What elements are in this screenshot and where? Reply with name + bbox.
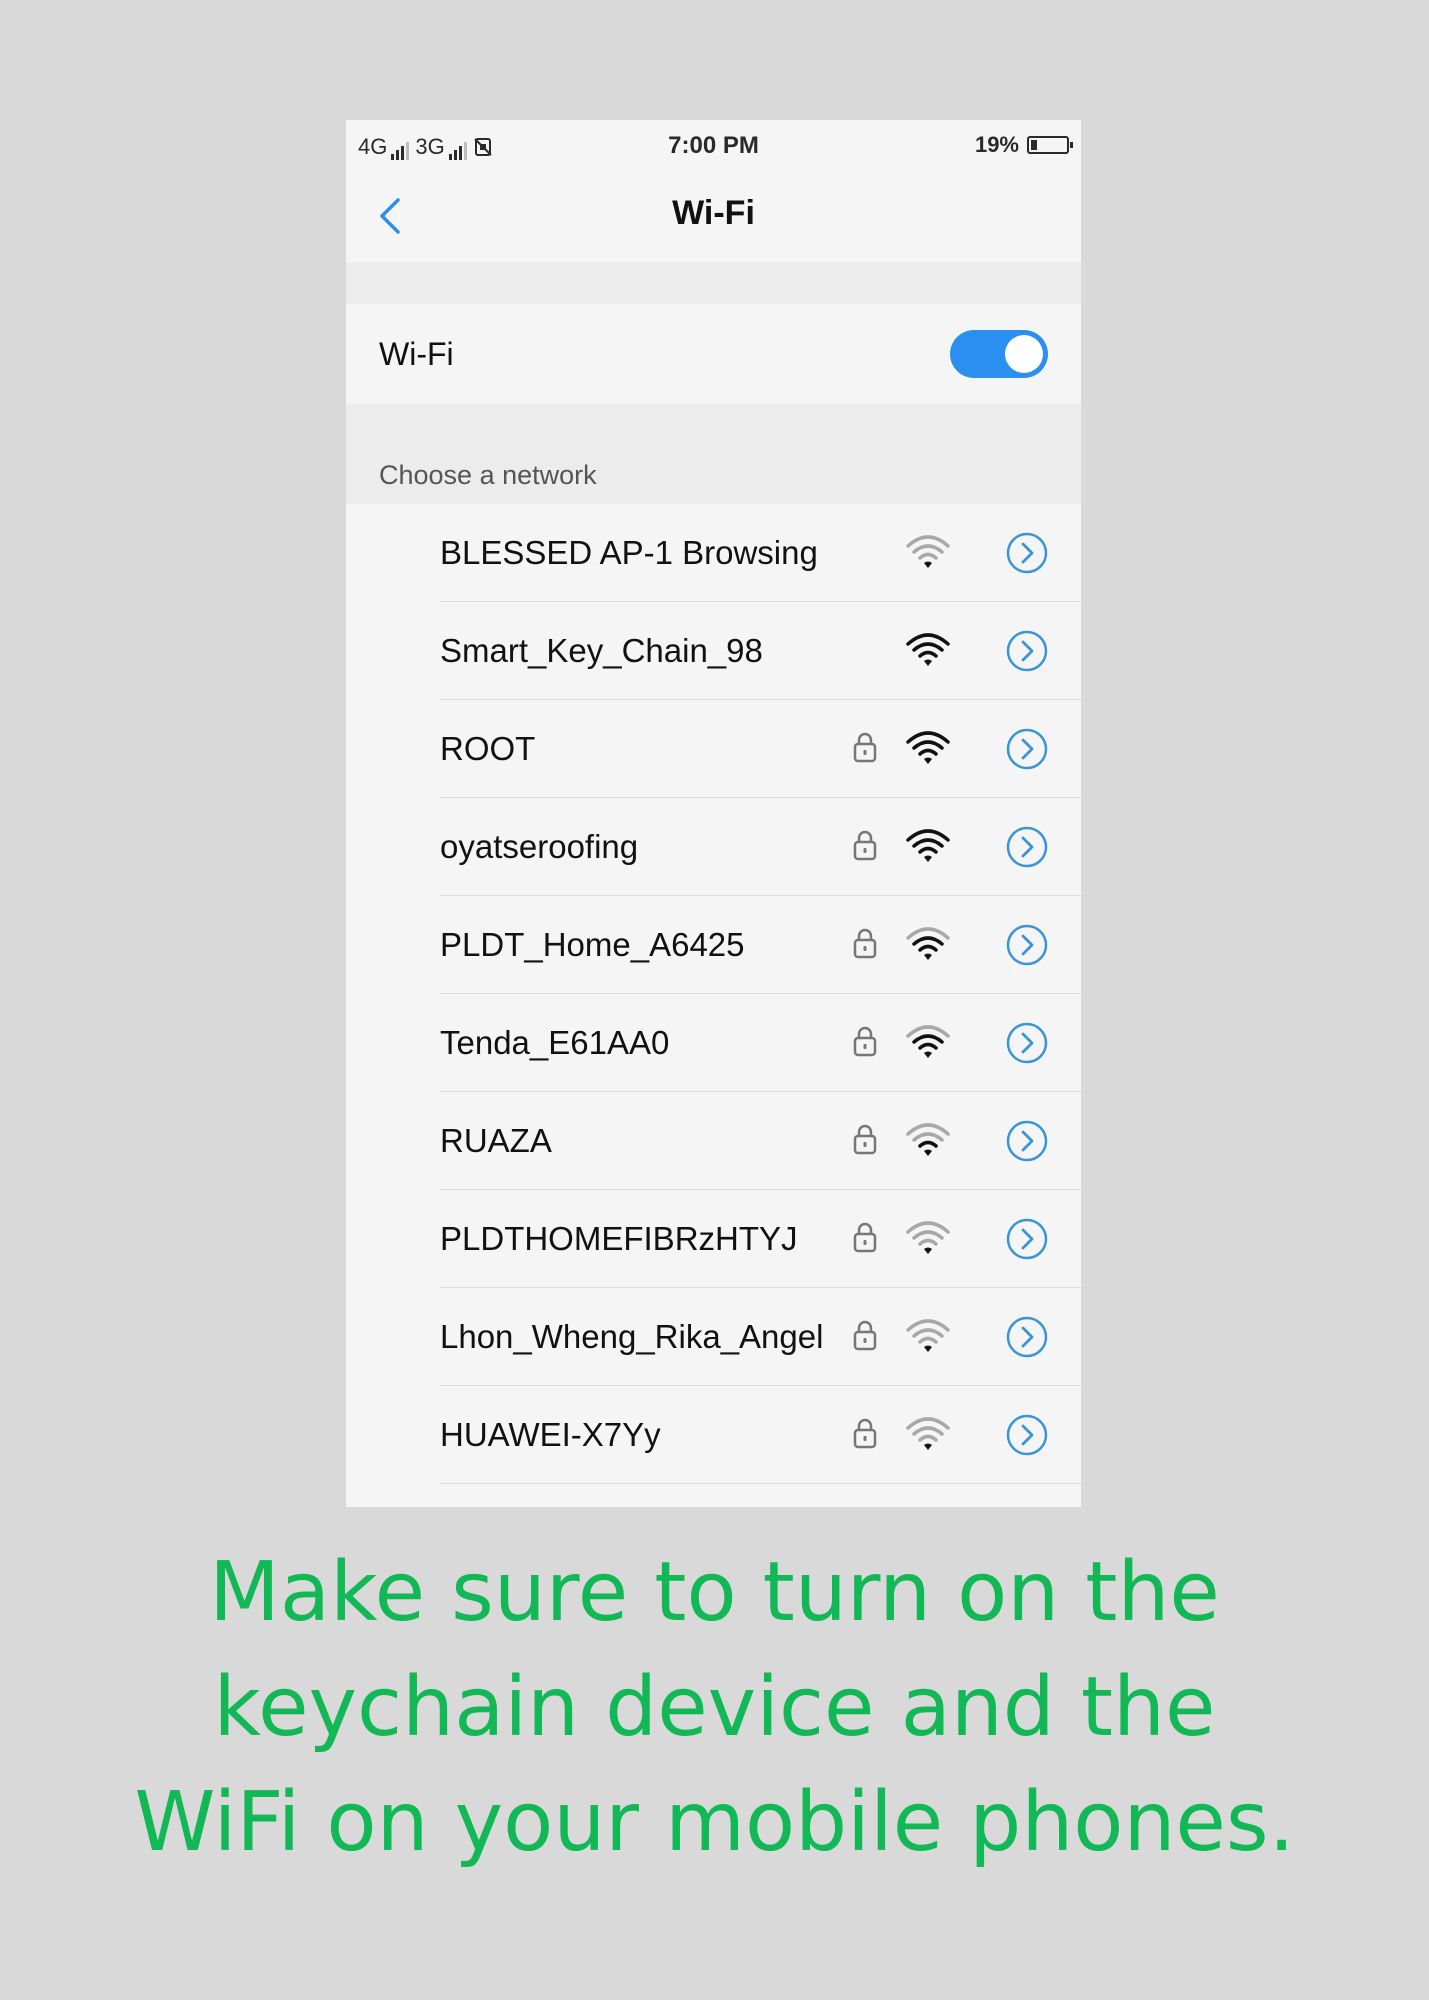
network-name: PLDT_Home_A6425 [440, 926, 745, 963]
wifi-signal-icon [906, 633, 950, 666]
network-name: Smart_Key_Chain_98 [440, 632, 763, 669]
lock-icon [853, 1320, 877, 1351]
switch-knob [1005, 335, 1043, 373]
lock-icon [853, 1026, 877, 1057]
wifi-signal-icon [906, 731, 950, 764]
wifi-signal-icon [906, 1221, 950, 1254]
page-title: Wi-Fi [672, 194, 755, 232]
network-row[interactable]: RUAZA [346, 1092, 1081, 1190]
battery-status: 19% [974, 132, 1073, 158]
clock: 7:00 PM [668, 132, 759, 159]
lock-icon [853, 1222, 877, 1253]
network-details-icon[interactable] [1006, 924, 1048, 966]
battery-icon [1027, 136, 1073, 154]
network-name: Lhon_Wheng_Rika_Angel [440, 1318, 824, 1355]
network-row[interactable]: Tenda_E61AA0 [346, 994, 1081, 1092]
status-bar: 4G 3G 7:00 PM 19% [346, 120, 1081, 170]
network-name: ROOT [440, 730, 536, 767]
wifi-signal-icon [906, 1123, 950, 1156]
network-row[interactable]: Smart_Key_Chain_98 [346, 602, 1081, 700]
caption-text: Make sure to turn on the keychain device… [0, 1535, 1429, 1880]
network-list: BLESSED AP-1 Browsing Smart_Key_Chain_98 R… [346, 504, 1081, 1484]
wifi-toggle-label: Wi-Fi [379, 336, 454, 372]
lock-icon [853, 1418, 877, 1449]
divider-band [346, 262, 1081, 304]
wifi-signal-icon [906, 1025, 950, 1058]
row-divider [440, 1483, 1081, 1484]
network-details-icon[interactable] [1006, 1414, 1048, 1456]
wifi-signal-icon [906, 1417, 950, 1450]
wifi-signal-icon [906, 1319, 950, 1352]
network-details-icon[interactable] [1006, 1218, 1048, 1260]
network-name: HUAWEI-X7Yy [440, 1416, 661, 1453]
network-row[interactable]: oyatseroofing [346, 798, 1081, 896]
network-details-icon[interactable] [1006, 826, 1048, 868]
lock-icon [853, 1124, 877, 1155]
network-row[interactable]: ROOT [346, 700, 1081, 798]
phone-screen: 4G 3G 7:00 PM 19% Wi-Fi Wi-Fi Choose a n… [346, 120, 1081, 1507]
network-details-icon[interactable] [1006, 728, 1048, 770]
network-row[interactable]: BLESSED AP-1 Browsing [346, 504, 1081, 602]
wifi-signal-icon [906, 927, 950, 960]
wifi-signal-icon [906, 535, 950, 568]
lock-icon [853, 830, 877, 861]
wifi-toggle-switch[interactable] [950, 330, 1048, 378]
network-row[interactable]: Lhon_Wheng_Rika_Angel [346, 1288, 1081, 1386]
wifi-signal-icon [906, 829, 950, 862]
caption-line: WiFi on your mobile phones. [134, 1775, 1295, 1870]
lock-icon [853, 732, 877, 763]
section-label: Choose a network [379, 460, 597, 490]
lock-icon [853, 928, 877, 959]
network-name: RUAZA [440, 1122, 552, 1159]
network-row[interactable]: PLDTHOMEFIBRzHTYJ [346, 1190, 1081, 1288]
network-row[interactable]: PLDT_Home_A6425 [346, 896, 1081, 994]
network-name: PLDTHOMEFIBRzHTYJ [440, 1220, 798, 1257]
nav-header: Wi-Fi [346, 170, 1081, 262]
network-details-icon[interactable] [1006, 1316, 1048, 1358]
network-name: BLESSED AP-1 Browsing [440, 534, 818, 571]
caption-line: keychain device and the [213, 1660, 1216, 1755]
caption-line: Make sure to turn on the [209, 1545, 1220, 1640]
network-details-icon[interactable] [1006, 532, 1048, 574]
network-details-icon[interactable] [1006, 1022, 1048, 1064]
network-row[interactable]: HUAWEI-X7Yy [346, 1386, 1081, 1484]
battery-percent: 19% [974, 132, 1019, 157]
wifi-toggle-row: Wi-Fi [346, 304, 1081, 404]
network-name: Tenda_E61AA0 [440, 1024, 670, 1061]
network-details-icon[interactable] [1006, 1120, 1048, 1162]
network-details-icon[interactable] [1006, 630, 1048, 672]
network-name: oyatseroofing [440, 828, 639, 865]
